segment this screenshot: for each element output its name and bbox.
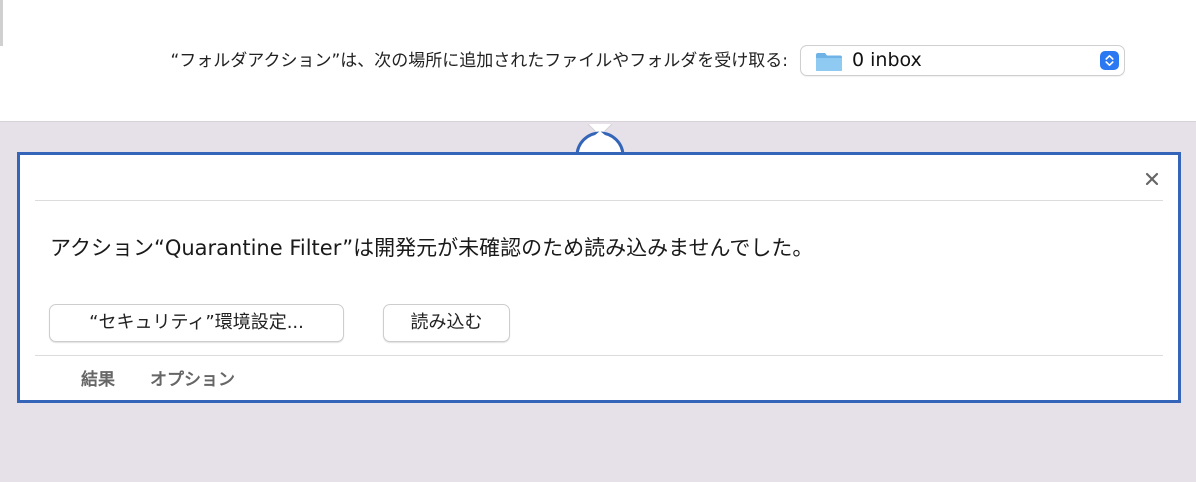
load-button[interactable]: 読み込む (383, 304, 510, 342)
security-preferences-button[interactable]: “セキュリティ”環境設定... (49, 304, 344, 342)
action-panel: アクション“Quarantine Filter”は開発元が未確認のため読み込みま… (17, 152, 1181, 403)
folder-action-header: “フォルダアクション”は、次の場所に追加されたファイルやフォルダを受け取る: 0… (0, 0, 1196, 122)
divider (35, 355, 1163, 356)
folder-select-popup[interactable]: 0 inbox (800, 45, 1125, 76)
popup-stepper-icon (1100, 51, 1119, 70)
window-edge-divider (0, 0, 3, 46)
tab-results[interactable]: 結果 (81, 368, 115, 392)
folder-name: 0 inbox (852, 49, 922, 71)
folder-icon (816, 53, 842, 71)
close-icon[interactable] (1142, 169, 1162, 189)
tab-options[interactable]: オプション (150, 368, 235, 392)
action-load-message: アクション“Quarantine Filter”は開発元が未確認のため読み込みま… (50, 236, 814, 260)
receive-files-label: “フォルダアクション”は、次の場所に追加されたファイルやフォルダを受け取る: (170, 51, 789, 71)
divider (35, 200, 1163, 201)
